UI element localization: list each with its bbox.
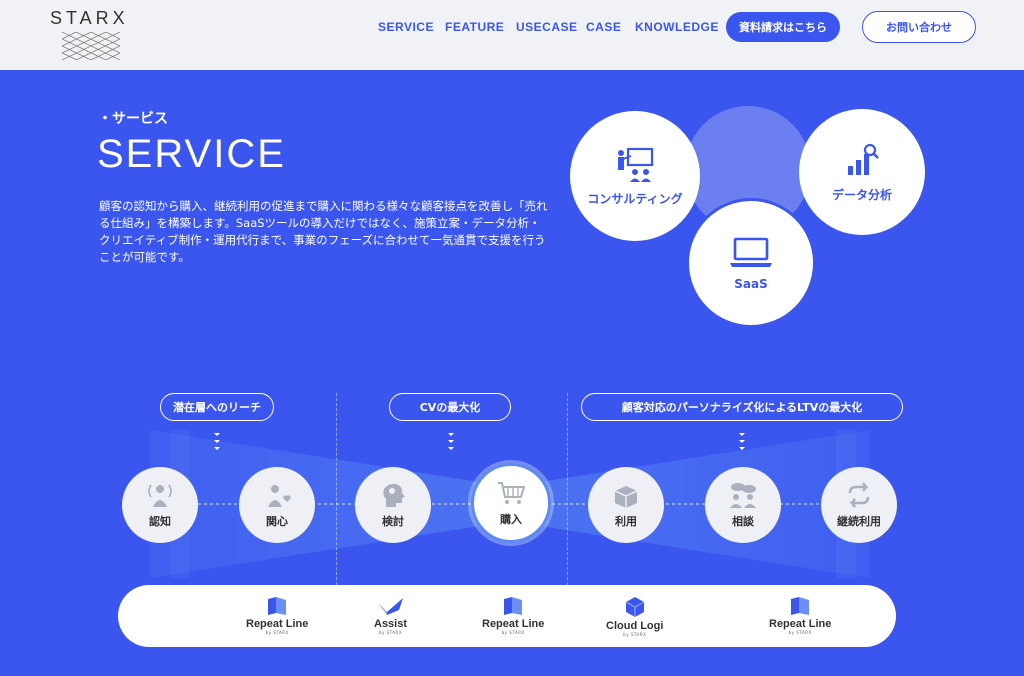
step-label: 検討 bbox=[382, 515, 404, 528]
presentation-icon bbox=[618, 147, 654, 182]
step-label: 相談 bbox=[732, 515, 754, 528]
phase-divider bbox=[567, 393, 568, 585]
step-label: 認知 bbox=[149, 515, 171, 528]
step-label: 購入 bbox=[500, 513, 522, 526]
repeat-arrows-icon bbox=[848, 482, 870, 508]
phase-divider bbox=[336, 393, 337, 585]
product-name: Repeat Line bbox=[482, 618, 545, 630]
product-name: Cloud Logi bbox=[606, 620, 664, 632]
head-brain-icon bbox=[383, 483, 405, 507]
phase-ltv-label: 顧客対応のパーソナライズ化によるLTVの最大化 bbox=[581, 393, 903, 421]
nav-usecase[interactable]: USECASE bbox=[516, 20, 578, 34]
step-label: 関心 bbox=[266, 515, 288, 528]
product-assist[interactable]: Assist by STARX bbox=[374, 596, 407, 635]
laptop-icon bbox=[730, 237, 772, 267]
contact-button[interactable]: お問い合わせ bbox=[862, 11, 976, 43]
product-by: by STARX bbox=[265, 630, 289, 635]
nav-feature[interactable]: FEATURE bbox=[445, 20, 504, 34]
phase-cv-label: CVの最大化 bbox=[389, 393, 511, 421]
shopping-cart-icon bbox=[498, 482, 526, 504]
product-by: by STARX bbox=[788, 630, 812, 635]
open-box-icon bbox=[614, 486, 638, 508]
product-cloud-logi[interactable]: Cloud Logi by STARX bbox=[606, 596, 663, 637]
data-analysis-circle: データ分析 bbox=[799, 109, 925, 235]
repeat-line-logo-icon bbox=[504, 597, 523, 615]
product-name: Repeat Line bbox=[246, 618, 309, 630]
person-heart-icon bbox=[268, 485, 291, 507]
broadcast-person-icon bbox=[148, 484, 172, 507]
nav-service[interactable]: SERVICE bbox=[378, 20, 434, 34]
product-name: Repeat Line bbox=[769, 618, 832, 630]
product-by: by STARX bbox=[501, 630, 525, 635]
product-by: by STARX bbox=[623, 632, 647, 637]
product-repeat-line[interactable]: Repeat Line by STARX bbox=[769, 596, 831, 635]
chat-people-icon bbox=[730, 483, 756, 508]
step-interest: 関心 bbox=[239, 467, 315, 543]
repeat-line-logo-icon bbox=[268, 597, 287, 615]
product-by: by STARX bbox=[378, 630, 403, 635]
nav-knowledge[interactable]: KNOWLEDGE bbox=[635, 20, 719, 34]
step-continued-use: 継続利用 bbox=[821, 467, 897, 543]
step-consultation: 相談 bbox=[705, 467, 781, 543]
logo-text: STARX bbox=[50, 8, 129, 28]
consulting-circle: コンサルティング bbox=[570, 111, 700, 241]
product-repeat-line[interactable]: Repeat Line by STARX bbox=[482, 596, 544, 635]
starx-logo[interactable]: STARX bbox=[50, 8, 130, 60]
section-title: SERVICE bbox=[97, 132, 286, 176]
step-awareness: 認知 bbox=[122, 467, 198, 543]
site-header: STARX SERVICE FEATURE USECASE CASE KNOWL… bbox=[0, 0, 1024, 70]
assist-logo-icon bbox=[378, 598, 403, 615]
saas-label: SaaS bbox=[734, 277, 768, 291]
step-label: 継続利用 bbox=[837, 515, 881, 528]
request-document-button[interactable]: 資料請求はこちら bbox=[726, 12, 840, 42]
phase-reach-label: 潜在層へのリーチ bbox=[160, 393, 274, 421]
bar-chart-search-icon bbox=[848, 143, 879, 175]
step-consideration: 検討 bbox=[355, 467, 431, 543]
repeat-line-logo-icon bbox=[791, 597, 810, 615]
data-analysis-label: データ分析 bbox=[831, 187, 892, 202]
logo-lattice-icon bbox=[62, 32, 120, 60]
saas-circle: SaaS bbox=[686, 198, 816, 328]
product-name: Assist bbox=[374, 618, 408, 630]
section-description: 顧客の認知から購入、継続利用の促進まで購入に関わる様々な顧客接点を改善し「売れる… bbox=[99, 199, 548, 264]
nav-case[interactable]: CASE bbox=[586, 20, 621, 34]
step-purchase: 購入 bbox=[471, 463, 551, 543]
step-label: 利用 bbox=[615, 515, 637, 528]
section-subtitle: ・サービス bbox=[98, 111, 168, 127]
step-usage: 利用 bbox=[588, 467, 664, 543]
product-repeat-line[interactable]: Repeat Line by STARX bbox=[246, 596, 308, 635]
consulting-label: コンサルティング bbox=[587, 191, 683, 206]
cloud-logi-logo-icon bbox=[625, 597, 645, 617]
